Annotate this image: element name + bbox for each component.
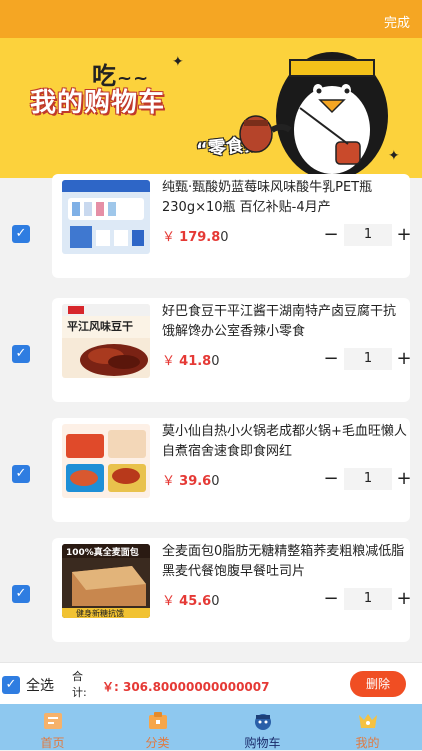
currency-symbol: ￥ xyxy=(162,474,176,489)
decrease-button[interactable]: − xyxy=(322,224,340,246)
price-tail: 0 xyxy=(220,230,229,245)
tab-label: 购物车 xyxy=(244,736,281,750)
done-button[interactable]: 完成 xyxy=(384,12,410,31)
thumbnail-subtext: 健身新糖抗饿 xyxy=(76,609,124,618)
home-icon xyxy=(44,713,62,729)
total-label: 合计: xyxy=(72,670,87,699)
thumbnail-text: 平江风味豆干 xyxy=(67,320,133,333)
price-value: 39.6 xyxy=(179,474,212,489)
tab-category[interactable]: 分类 xyxy=(105,704,210,750)
select-all-label[interactable]: 全选 xyxy=(26,675,54,695)
currency-symbol: ￥ xyxy=(162,594,176,609)
increase-button[interactable]: + xyxy=(395,348,413,370)
cart-item: ✓ 莫小仙自热小火锅老成都火锅+毛血旺懒人自煮宿舍速食即食网红 ￥ 39.60 … xyxy=(0,418,422,530)
banner-title: 我的购物车 xyxy=(30,88,166,118)
item-price: ￥ 41.80 xyxy=(162,350,220,369)
item-checkbox[interactable]: ✓ xyxy=(12,585,30,603)
item-price: ￥ 39.60 xyxy=(162,470,220,489)
price-tail: 0 xyxy=(211,354,220,369)
product-thumbnail[interactable]: 平江风味豆干 xyxy=(62,304,150,378)
item-checkbox[interactable]: ✓ xyxy=(12,225,30,243)
cart-item: ✓ 纯甄·甄酸奶蓝莓味风味酸牛乳PET瓶230g×10瓶 百亿补贴-4月产 ￥ … xyxy=(0,174,422,290)
item-title[interactable]: 好巴食豆干平江酱干湖南特产卤豆腐干抗饿解馋办公室香辣小零食 xyxy=(162,302,407,342)
thumbnail-text: 100%真全麦面包 xyxy=(66,548,139,558)
decrease-button[interactable]: − xyxy=(322,468,340,490)
item-price: ￥ 45.60 xyxy=(162,590,220,609)
category-icon xyxy=(149,712,167,729)
increase-button[interactable]: + xyxy=(395,588,413,610)
price-tail: 0 xyxy=(211,474,220,489)
item-title[interactable]: 莫小仙自热小火锅老成都火锅+毛血旺懒人自煮宿舍速食即食网红 xyxy=(162,422,407,462)
increase-button[interactable]: + xyxy=(395,224,413,246)
tab-label: 分类 xyxy=(145,736,170,750)
price-value: 179.8 xyxy=(179,230,221,245)
total-value: ￥: 306.80000000000007 xyxy=(102,680,270,694)
item-checkbox[interactable]: ✓ xyxy=(12,465,30,483)
checkout-bar: ✓ 全选 合计: ￥: 306.80000000000007 删除 xyxy=(0,662,422,705)
price-tail: 0 xyxy=(211,594,220,609)
bottom-tab-bar: 首页 分类 购物车 我的 xyxy=(0,704,422,750)
cart-icon xyxy=(255,714,271,730)
quantity-input[interactable]: 1 xyxy=(344,468,392,490)
increase-button[interactable]: + xyxy=(395,468,413,490)
quantity-input[interactable]: 1 xyxy=(344,348,392,370)
item-card[interactable]: 平江风味豆干 好巴食豆干平江酱干湖南特产卤豆腐干抗饿解馋办公室香辣小零食 ￥ 4… xyxy=(52,298,413,402)
penguin-mascot-icon xyxy=(239,52,388,178)
price-value: 45.6 xyxy=(179,594,212,609)
product-thumbnail[interactable] xyxy=(62,180,150,254)
currency-symbol: ￥ xyxy=(162,354,176,369)
cart-item: ✓ 平江风味豆干 好巴食豆干平江酱干湖南特产卤豆腐干抗饿解馋办公室香辣小零食 ￥… xyxy=(0,298,422,410)
quantity-input[interactable]: 1 xyxy=(344,224,392,246)
tab-profile[interactable]: 我的 xyxy=(315,704,420,750)
profile-icon xyxy=(359,714,377,728)
item-title[interactable]: 纯甄·甄酸奶蓝莓味风味酸牛乳PET瓶230g×10瓶 百亿补贴-4月产 xyxy=(162,178,407,218)
decrease-button[interactable]: − xyxy=(322,348,340,370)
cart-item: ✓ 100%真全麦面包 健身新糖抗饿 全麦面包0脂肪无糖精整箱荞麦粗粮减低脂黑麦… xyxy=(0,538,422,650)
item-title[interactable]: 全麦面包0脂肪无糖精整箱荞麦粗粮减低脂黑麦代餐饱腹早餐吐司片 xyxy=(162,542,407,582)
select-all-checkbox[interactable]: ✓ xyxy=(2,676,20,694)
item-card[interactable]: 纯甄·甄酸奶蓝莓味风味酸牛乳PET瓶230g×10瓶 百亿补贴-4月产 ￥ 17… xyxy=(52,174,413,278)
product-thumbnail[interactable]: 100%真全麦面包 健身新糖抗饿 xyxy=(62,544,150,618)
tab-cart[interactable]: 购物车 xyxy=(210,704,315,750)
item-card[interactable]: 100%真全麦面包 健身新糖抗饿 全麦面包0脂肪无糖精整箱荞麦粗粮减低脂黑麦代餐… xyxy=(52,538,413,642)
item-price: ￥ 179.80 xyxy=(162,226,229,245)
sparkle-icon: ✦ xyxy=(172,54,184,70)
top-bar: 完成 xyxy=(0,0,422,38)
item-card[interactable]: 莫小仙自热小火锅老成都火锅+毛血旺懒人自煮宿舍速食即食网红 ￥ 39.60 − … xyxy=(52,418,413,522)
quantity-input[interactable]: 1 xyxy=(344,588,392,610)
cart-banner: 吃~~ ✦ 我的购物车 “零食鹅” ✦ xyxy=(0,38,422,178)
delete-button[interactable]: 删除 xyxy=(350,671,406,697)
item-checkbox[interactable]: ✓ xyxy=(12,345,30,363)
tab-label: 首页 xyxy=(40,736,65,750)
price-value: 41.8 xyxy=(179,354,212,369)
currency-symbol: ￥ xyxy=(162,230,176,245)
product-thumbnail[interactable] xyxy=(62,424,150,498)
tab-label: 我的 xyxy=(355,736,380,750)
tab-home[interactable]: 首页 xyxy=(0,704,105,750)
decrease-button[interactable]: − xyxy=(322,588,340,610)
